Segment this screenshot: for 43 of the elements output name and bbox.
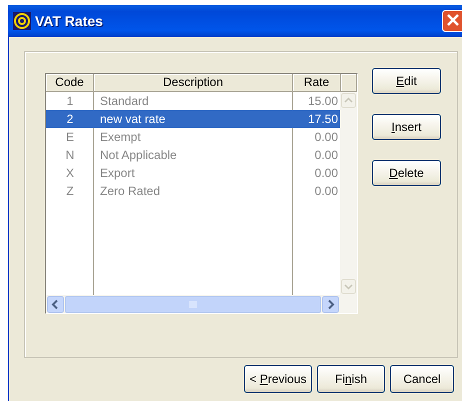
header-filler xyxy=(341,74,357,92)
table-row[interactable]: Z Zero Rated 0.00 xyxy=(46,182,341,200)
app-icon xyxy=(13,12,31,30)
vertical-scrollbar[interactable] xyxy=(340,92,357,295)
button[interactable]: Finish xyxy=(317,365,385,393)
scroll-up-icon[interactable] xyxy=(341,93,356,108)
close-icon[interactable] xyxy=(442,10,462,32)
table-cell-text: new vat rate xyxy=(99,111,166,128)
button[interactable]: Edit xyxy=(372,68,441,94)
button[interactable]: < Previous xyxy=(244,365,312,393)
table-cell-text: Zero Rated xyxy=(99,183,162,200)
table-cell-text: 15.00 xyxy=(306,93,339,110)
scroll-right-icon[interactable] xyxy=(322,296,339,312)
column-header[interactable]: Rate xyxy=(293,74,341,92)
table-cell-text: 1 xyxy=(66,93,74,110)
table-cell-text: N xyxy=(64,147,76,164)
table-cell-text: Z xyxy=(65,183,75,200)
table-cell-text: 0.00 xyxy=(314,183,339,200)
table-cell-text: 0.00 xyxy=(314,165,339,182)
table-row[interactable]: 2 new vat rate 17.50 xyxy=(46,110,341,128)
grip-icon xyxy=(189,300,197,308)
table-cell-text: 0.00 xyxy=(314,147,339,164)
scroll-left-icon[interactable] xyxy=(47,296,64,312)
table-row[interactable]: E Exempt 0.00 xyxy=(46,128,341,146)
scrollbar-thumb[interactable] xyxy=(65,296,321,312)
table-cell-text: Standard xyxy=(99,93,150,110)
column-header[interactable]: Code xyxy=(46,74,94,92)
column-header[interactable]: Description xyxy=(94,74,293,92)
button[interactable]: Cancel xyxy=(390,365,454,393)
table-cell-text: 2 xyxy=(66,111,74,128)
window-title: VAT Rates xyxy=(35,13,104,29)
button[interactable]: Delete xyxy=(372,160,441,186)
table-cell-text: 17.50 xyxy=(306,111,339,128)
table-cell-text: Not Applicable xyxy=(99,147,178,164)
table-cell-text: Export xyxy=(99,165,136,182)
table-row[interactable]: 1 Standard 15.00 xyxy=(46,92,341,110)
table-cell-text: 0.00 xyxy=(314,129,339,146)
table-cell-text: E xyxy=(64,129,75,146)
table-row[interactable]: X Export 0.00 xyxy=(46,164,341,182)
table-cell-text: X xyxy=(64,165,75,182)
table-row[interactable]: N Not Applicable 0.00 xyxy=(46,146,341,164)
table-cell-text: Exempt xyxy=(99,129,142,146)
button[interactable]: Insert xyxy=(372,114,441,140)
